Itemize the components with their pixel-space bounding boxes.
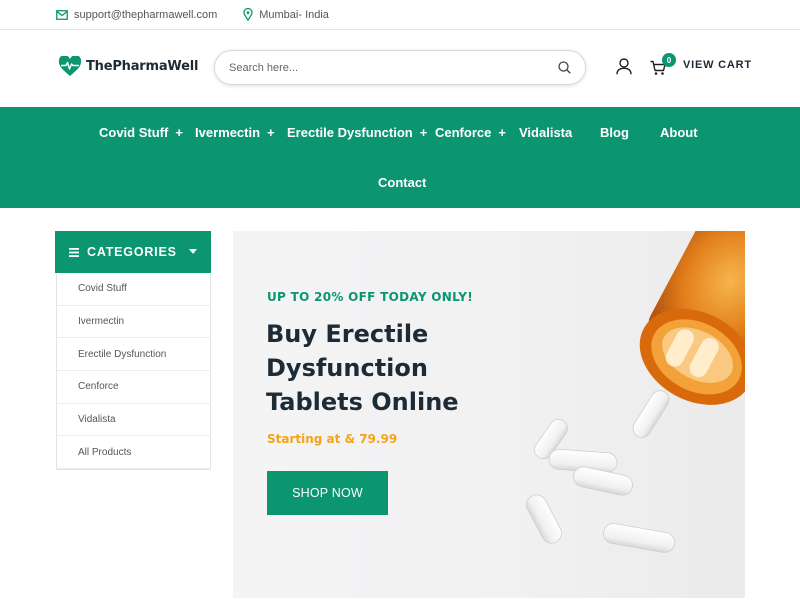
category-item-all-products[interactable]: All Products <box>56 436 211 470</box>
nav-label: Blog <box>600 125 629 140</box>
category-item-covid-stuff[interactable]: Covid Stuff <box>56 273 211 306</box>
nav-label: Contact <box>378 175 427 190</box>
logo-text: ThePharmaWell <box>86 59 199 74</box>
menu-icon <box>69 247 79 257</box>
nav-item-ivermectin[interactable]: Ivermectin + <box>195 125 275 140</box>
search-icon[interactable] <box>558 61 571 74</box>
starting-price: Starting at & 79.99 <box>267 432 398 446</box>
headline-line: Buy Erectile <box>266 320 429 348</box>
nav-item-about[interactable]: About <box>660 125 698 140</box>
category-item-ivermectin[interactable]: Ivermectin <box>56 306 211 339</box>
nav-label: Ivermectin <box>195 125 261 140</box>
location-pin-icon <box>243 8 253 21</box>
search-bar <box>214 50 586 85</box>
site-logo[interactable]: ThePharmaWell <box>58 56 198 77</box>
promo-text: UP TO 20% OFF TODAY ONLY! <box>267 290 473 304</box>
nav-label: Covid Stuff <box>99 125 169 140</box>
nav-item-vidalista[interactable]: Vidalista <box>519 125 572 140</box>
shop-now-button[interactable]: SHOP NOW <box>267 471 388 515</box>
nav-item-erectile-dysfunction[interactable]: Erectile Dysfunction + <box>287 125 427 140</box>
submenu-plus-icon[interactable]: + <box>420 125 428 140</box>
user-icon <box>616 58 632 75</box>
nav-item-contact[interactable]: Contact <box>378 175 426 190</box>
main-nav: Covid Stuff + Ivermectin + Erectile Dysfun… <box>0 107 800 208</box>
email-link[interactable]: support@thepharmawell.com <box>56 9 217 21</box>
category-item-erectile-dysfunction[interactable]: Erectile Dysfunction <box>56 338 211 372</box>
category-item-vidalista[interactable]: Vidalista <box>56 404 211 437</box>
categories-title: CATEGORIES <box>87 245 177 259</box>
email-text: support@thepharmawell.com <box>74 8 218 21</box>
location-text: Mumbai- India <box>259 8 329 21</box>
nav-label: Cenforce <box>435 125 492 140</box>
cart-button[interactable]: 0 VIEW CART <box>650 53 752 76</box>
heart-pulse-logo-icon <box>58 56 82 76</box>
view-cart-label: VIEW CART <box>683 59 752 71</box>
categories-toggle[interactable]: CATEGORIES <box>55 231 211 273</box>
nav-label: Erectile Dysfunction <box>287 125 413 140</box>
nav-item-covid-stuff[interactable]: Covid Stuff + <box>99 125 183 140</box>
chevron-down-icon <box>189 249 197 254</box>
search-input[interactable] <box>229 61 558 74</box>
site-header: ThePharmaWell 0 VIEW CART <box>0 30 800 107</box>
nav-label: Vidalista <box>519 125 573 140</box>
hero-banner: UP TO 20% OFF TODAY ONLY! Buy Erectile D… <box>233 231 745 598</box>
nav-label: About <box>660 125 698 140</box>
top-bar: support@thepharmawell.com Mumbai- India <box>0 0 800 30</box>
location: Mumbai- India <box>243 8 329 21</box>
submenu-plus-icon[interactable]: + <box>175 125 183 140</box>
nav-item-cenforce[interactable]: Cenforce + <box>435 125 506 140</box>
account-button[interactable] <box>616 58 632 80</box>
headline-line: Tablets Online <box>266 388 459 416</box>
banner-headline: Buy Erectile Dysfunction Tablets Online <box>266 317 506 419</box>
submenu-plus-icon[interactable]: + <box>498 125 506 140</box>
categories-list: Covid Stuff Ivermectin Erectile Dysfunct… <box>56 273 211 470</box>
headline-line: Dysfunction <box>266 354 428 382</box>
category-item-cenforce[interactable]: Cenforce <box>56 371 211 404</box>
submenu-plus-icon[interactable]: + <box>267 125 275 140</box>
cart-count-badge: 0 <box>662 53 676 67</box>
mail-icon <box>56 9 68 20</box>
nav-item-blog[interactable]: Blog <box>600 125 629 140</box>
